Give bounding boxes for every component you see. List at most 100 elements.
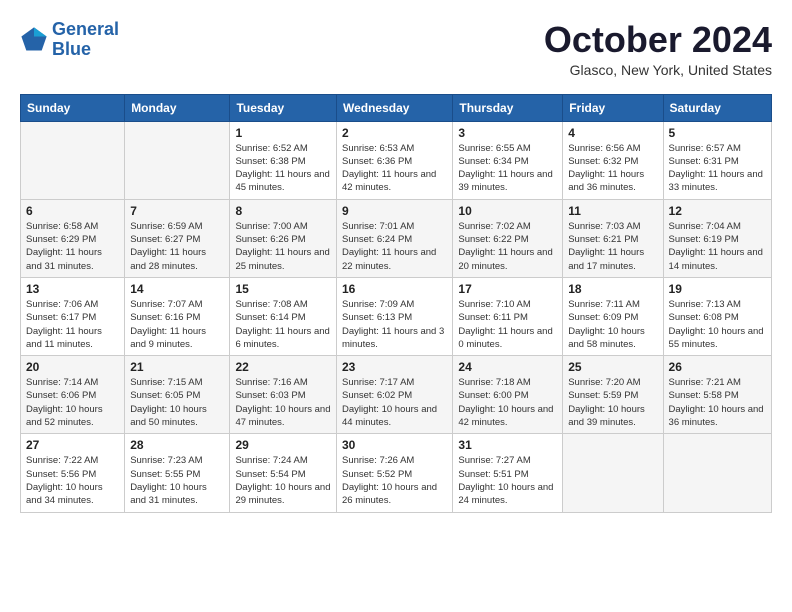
calendar-header: SundayMondayTuesdayWednesdayThursdayFrid… xyxy=(21,94,772,121)
calendar-cell: 31Sunrise: 7:27 AMSunset: 5:51 PMDayligh… xyxy=(453,434,563,512)
calendar-cell: 14 Sunrise: 7:07 AMSunset: 6:16 PMDayligh… xyxy=(125,277,230,355)
day-detail: Sunrise: 6:59 AMSunset: 6:27 PMDaylight:… xyxy=(130,220,224,273)
calendar-week-row: 13 Sunrise: 7:06 AMSunset: 6:17 PMDayligh… xyxy=(21,277,772,355)
day-number: 5 xyxy=(669,126,766,140)
weekday-header: Thursday xyxy=(453,94,563,121)
calendar-cell: 6Sunrise: 6:58 AMSunset: 6:29 PMDaylight… xyxy=(21,199,125,277)
day-detail: Sunrise: 7:11 AMSunset: 6:09 PMDaylight:… xyxy=(568,298,657,351)
calendar-cell xyxy=(21,121,125,199)
logo-line1: General xyxy=(52,19,119,39)
logo-icon xyxy=(20,26,48,54)
day-number: 3 xyxy=(458,126,557,140)
day-number: 12 xyxy=(669,204,766,218)
calendar-cell: 18Sunrise: 7:11 AMSunset: 6:09 PMDayligh… xyxy=(563,277,663,355)
calendar-cell: 10Sunrise: 7:02 AMSunset: 6:22 PMDayligh… xyxy=(453,199,563,277)
day-number: 13 xyxy=(26,282,119,296)
day-detail: Sunrise: 7:02 AMSunset: 6:22 PMDaylight:… xyxy=(458,220,557,273)
calendar-cell: 16 Sunrise: 7:09 AMSunset: 6:13 PMDayligh… xyxy=(336,277,452,355)
weekday-header: Monday xyxy=(125,94,230,121)
day-number: 31 xyxy=(458,438,557,452)
calendar-cell: 8Sunrise: 7:00 AMSunset: 6:26 PMDaylight… xyxy=(230,199,337,277)
calendar-cell: 13 Sunrise: 7:06 AMSunset: 6:17 PMDayligh… xyxy=(21,277,125,355)
logo-line2: Blue xyxy=(52,39,91,59)
day-number: 30 xyxy=(342,438,447,452)
day-number: 8 xyxy=(235,204,331,218)
calendar-cell: 15 Sunrise: 7:08 AMSunset: 6:14 PMDayligh… xyxy=(230,277,337,355)
day-detail: Sunrise: 7:08 AMSunset: 6:14 PMDaylight:… xyxy=(235,298,331,351)
day-number: 22 xyxy=(235,360,331,374)
day-number: 7 xyxy=(130,204,224,218)
day-detail: Sunrise: 7:06 AMSunset: 6:17 PMDaylight:… xyxy=(26,298,119,351)
calendar-cell: 17Sunrise: 7:10 AMSunset: 6:11 PMDayligh… xyxy=(453,277,563,355)
day-detail: Sunrise: 7:15 AMSunset: 6:05 PMDaylight:… xyxy=(130,376,224,429)
day-number: 20 xyxy=(26,360,119,374)
day-detail: Sunrise: 7:01 AMSunset: 6:24 PMDaylight:… xyxy=(342,220,447,273)
calendar-cell xyxy=(125,121,230,199)
calendar-cell: 5 Sunrise: 6:57 AMSunset: 6:31 PMDaylight… xyxy=(663,121,771,199)
title-block: October 2024 Glasco, New York, United St… xyxy=(544,20,772,78)
day-detail: Sunrise: 7:04 AMSunset: 6:19 PMDaylight:… xyxy=(669,220,766,273)
calendar-cell: 30 Sunrise: 7:26 AMSunset: 5:52 PMDayligh… xyxy=(336,434,452,512)
day-detail: Sunrise: 6:53 AMSunset: 6:36 PMDaylight:… xyxy=(342,142,447,195)
calendar-cell: 7 Sunrise: 6:59 AMSunset: 6:27 PMDaylight… xyxy=(125,199,230,277)
day-detail: Sunrise: 6:57 AMSunset: 6:31 PMDaylight:… xyxy=(669,142,766,195)
calendar-cell: 20 Sunrise: 7:14 AMSunset: 6:06 PMDayligh… xyxy=(21,356,125,434)
day-detail: Sunrise: 7:18 AMSunset: 6:00 PMDaylight:… xyxy=(458,376,557,429)
day-number: 19 xyxy=(669,282,766,296)
day-detail: Sunrise: 7:03 AMSunset: 6:21 PMDaylight:… xyxy=(568,220,657,273)
calendar-week-row: 27 Sunrise: 7:22 AMSunset: 5:56 PMDayligh… xyxy=(21,434,772,512)
calendar-cell: 24 Sunrise: 7:18 AMSunset: 6:00 PMDayligh… xyxy=(453,356,563,434)
day-detail: Sunrise: 7:21 AMSunset: 5:58 PMDaylight:… xyxy=(669,376,766,429)
day-number: 24 xyxy=(458,360,557,374)
calendar-cell: 3 Sunrise: 6:55 AMSunset: 6:34 PMDaylight… xyxy=(453,121,563,199)
day-number: 4 xyxy=(568,126,657,140)
weekday-header: Tuesday xyxy=(230,94,337,121)
calendar-cell: 2 Sunrise: 6:53 AMSunset: 6:36 PMDaylight… xyxy=(336,121,452,199)
calendar-cell: 23 Sunrise: 7:17 AMSunset: 6:02 PMDayligh… xyxy=(336,356,452,434)
weekday-header: Friday xyxy=(563,94,663,121)
day-number: 11 xyxy=(568,204,657,218)
day-detail: Sunrise: 7:23 AMSunset: 5:55 PMDaylight:… xyxy=(130,454,224,507)
day-number: 16 xyxy=(342,282,447,296)
day-detail: Sunrise: 7:09 AMSunset: 6:13 PMDaylight:… xyxy=(342,298,447,351)
weekday-row: SundayMondayTuesdayWednesdayThursdayFrid… xyxy=(21,94,772,121)
calendar-cell: 11 Sunrise: 7:03 AMSunset: 6:21 PMDayligh… xyxy=(563,199,663,277)
day-detail: Sunrise: 6:55 AMSunset: 6:34 PMDaylight:… xyxy=(458,142,557,195)
calendar-cell xyxy=(563,434,663,512)
day-detail: Sunrise: 6:58 AMSunset: 6:29 PMDaylight:… xyxy=(26,220,119,273)
weekday-header: Saturday xyxy=(663,94,771,121)
day-detail: Sunrise: 7:24 AMSunset: 5:54 PMDaylight:… xyxy=(235,454,331,507)
day-number: 28 xyxy=(130,438,224,452)
day-detail: Sunrise: 7:17 AMSunset: 6:02 PMDaylight:… xyxy=(342,376,447,429)
day-detail: Sunrise: 7:14 AMSunset: 6:06 PMDaylight:… xyxy=(26,376,119,429)
day-number: 14 xyxy=(130,282,224,296)
day-detail: Sunrise: 7:20 AMSunset: 5:59 PMDaylight:… xyxy=(568,376,657,429)
day-number: 23 xyxy=(342,360,447,374)
day-detail: Sunrise: 7:22 AMSunset: 5:56 PMDaylight:… xyxy=(26,454,119,507)
day-number: 29 xyxy=(235,438,331,452)
day-number: 21 xyxy=(130,360,224,374)
calendar-week-row: 20 Sunrise: 7:14 AMSunset: 6:06 PMDayligh… xyxy=(21,356,772,434)
day-number: 27 xyxy=(26,438,119,452)
day-detail: Sunrise: 7:26 AMSunset: 5:52 PMDaylight:… xyxy=(342,454,447,507)
main-container: General Blue October 2024 Glasco, New Yo… xyxy=(0,0,792,523)
day-number: 25 xyxy=(568,360,657,374)
logo: General Blue xyxy=(20,20,119,60)
day-detail: Sunrise: 7:07 AMSunset: 6:16 PMDaylight:… xyxy=(130,298,224,351)
day-number: 2 xyxy=(342,126,447,140)
day-number: 15 xyxy=(235,282,331,296)
weekday-header: Sunday xyxy=(21,94,125,121)
day-number: 26 xyxy=(669,360,766,374)
calendar-cell: 1Sunrise: 6:52 AMSunset: 6:38 PMDaylight… xyxy=(230,121,337,199)
weekday-header: Wednesday xyxy=(336,94,452,121)
calendar-week-row: 6Sunrise: 6:58 AMSunset: 6:29 PMDaylight… xyxy=(21,199,772,277)
calendar-cell: 21 Sunrise: 7:15 AMSunset: 6:05 PMDayligh… xyxy=(125,356,230,434)
day-detail: Sunrise: 6:52 AMSunset: 6:38 PMDaylight:… xyxy=(235,142,331,195)
calendar-cell: 12 Sunrise: 7:04 AMSunset: 6:19 PMDayligh… xyxy=(663,199,771,277)
calendar-table: SundayMondayTuesdayWednesdayThursdayFrid… xyxy=(20,94,772,513)
day-number: 9 xyxy=(342,204,447,218)
calendar-cell: 28 Sunrise: 7:23 AMSunset: 5:55 PMDayligh… xyxy=(125,434,230,512)
calendar-cell: 27 Sunrise: 7:22 AMSunset: 5:56 PMDayligh… xyxy=(21,434,125,512)
calendar-cell: 26 Sunrise: 7:21 AMSunset: 5:58 PMDayligh… xyxy=(663,356,771,434)
calendar-cell: 25 Sunrise: 7:20 AMSunset: 5:59 PMDayligh… xyxy=(563,356,663,434)
